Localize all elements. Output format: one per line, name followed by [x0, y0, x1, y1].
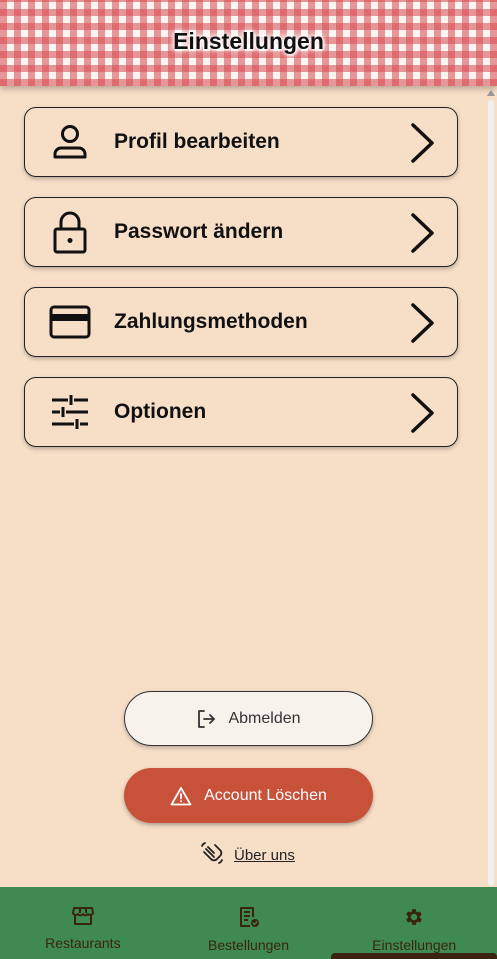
menu-item-edit-profile[interactable]: Profil bearbeiten — [24, 107, 458, 177]
menu-item-options[interactable]: Optionen — [24, 377, 458, 447]
warning-icon — [170, 786, 192, 806]
bottom-navigation: Restaurants Bestellungen Einstellungen — [0, 887, 497, 959]
gear-icon — [403, 906, 425, 933]
lock-icon — [49, 211, 91, 254]
credit-card-icon — [49, 301, 91, 343]
scrollbar[interactable] — [485, 86, 497, 886]
logout-label: Abmelden — [228, 709, 301, 727]
about-label: Über uns — [234, 846, 295, 864]
chevron-right-icon — [409, 212, 437, 254]
active-tab-indicator — [331, 953, 497, 959]
waving-hand-icon — [200, 841, 224, 869]
nav-label: Bestellungen — [208, 937, 289, 953]
delete-account-button[interactable]: Account Löschen — [124, 768, 373, 823]
order-list-icon — [238, 906, 260, 933]
menu-item-payment-methods[interactable]: Zahlungsmethoden — [24, 287, 458, 357]
storefront-icon — [71, 906, 94, 931]
nav-item-restaurants[interactable]: Restaurants — [0, 887, 166, 959]
chevron-right-icon — [409, 302, 437, 344]
menu-item-label: Profil bearbeiten — [114, 130, 280, 153]
settings-menu: Profil bearbeiten Passwort ändern Zahlun… — [24, 107, 458, 447]
scroll-thumb[interactable] — [488, 100, 494, 886]
scroll-up-arrow-icon[interactable] — [487, 90, 495, 96]
sliders-icon — [49, 391, 91, 433]
delete-account-label: Account Löschen — [204, 786, 327, 804]
person-icon — [49, 121, 91, 163]
nav-label: Restaurants — [45, 935, 121, 951]
about-link[interactable]: Über uns — [200, 842, 295, 868]
chevron-right-icon — [409, 122, 437, 164]
nav-label: Einstellungen — [372, 937, 457, 953]
page-title: Einstellungen — [173, 28, 324, 54]
nav-item-orders[interactable]: Bestellungen — [166, 887, 332, 959]
menu-item-label: Passwort ändern — [114, 220, 284, 243]
menu-item-change-password[interactable]: Passwort ändern — [24, 197, 458, 267]
menu-item-label: Optionen — [114, 400, 207, 423]
app-header: Einstellungen — [0, 0, 497, 86]
logout-icon — [196, 709, 216, 729]
logout-button[interactable]: Abmelden — [124, 691, 373, 746]
chevron-right-icon — [409, 392, 437, 434]
menu-item-label: Zahlungsmethoden — [114, 310, 308, 333]
nav-item-settings[interactable]: Einstellungen — [331, 887, 497, 959]
